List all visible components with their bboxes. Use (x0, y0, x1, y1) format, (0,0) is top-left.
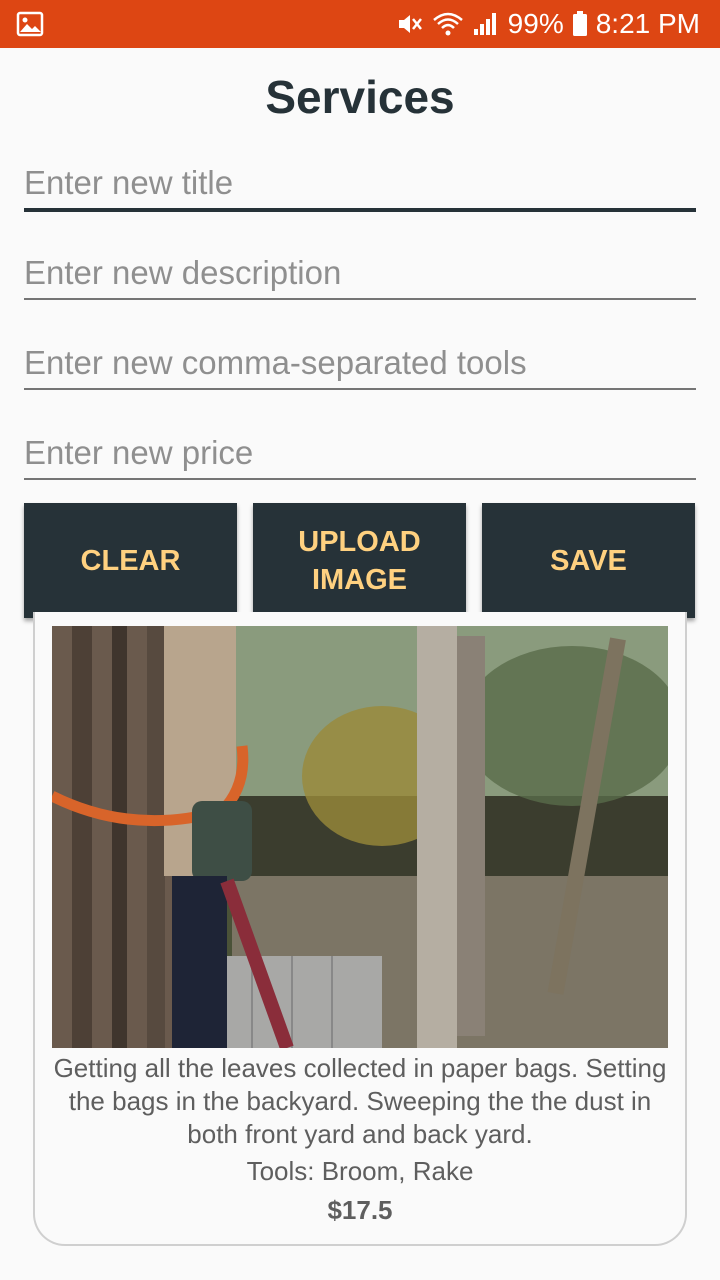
price-input[interactable] (24, 434, 696, 472)
service-description: Getting all the leaves collected in pape… (53, 1053, 667, 1149)
tools-field (24, 326, 696, 390)
service-image (52, 626, 668, 1048)
battery-icon (572, 10, 588, 38)
service-price: $17.5 (327, 1195, 393, 1225)
battery-percent: 99% (507, 8, 564, 39)
page-title: Services (265, 71, 455, 123)
description-input[interactable] (24, 254, 696, 292)
status-bar: 99% 8:21 PM (0, 0, 720, 48)
signal-icon (472, 10, 500, 38)
price-field (24, 416, 696, 480)
description-field (24, 236, 696, 300)
title-input[interactable] (24, 164, 696, 202)
tools-input[interactable] (24, 344, 696, 382)
mute-icon (396, 10, 424, 38)
upload-image-button[interactable]: UPLOAD IMAGE (253, 503, 466, 618)
gallery-icon (16, 10, 44, 43)
title-field (24, 146, 696, 212)
clock: 8:21 PM (595, 8, 700, 39)
wifi-icon (432, 10, 464, 38)
clear-button[interactable]: CLEAR (24, 503, 237, 618)
service-tools: Tools: Broom, Rake (246, 1156, 474, 1186)
save-button[interactable]: SAVE (482, 503, 695, 618)
